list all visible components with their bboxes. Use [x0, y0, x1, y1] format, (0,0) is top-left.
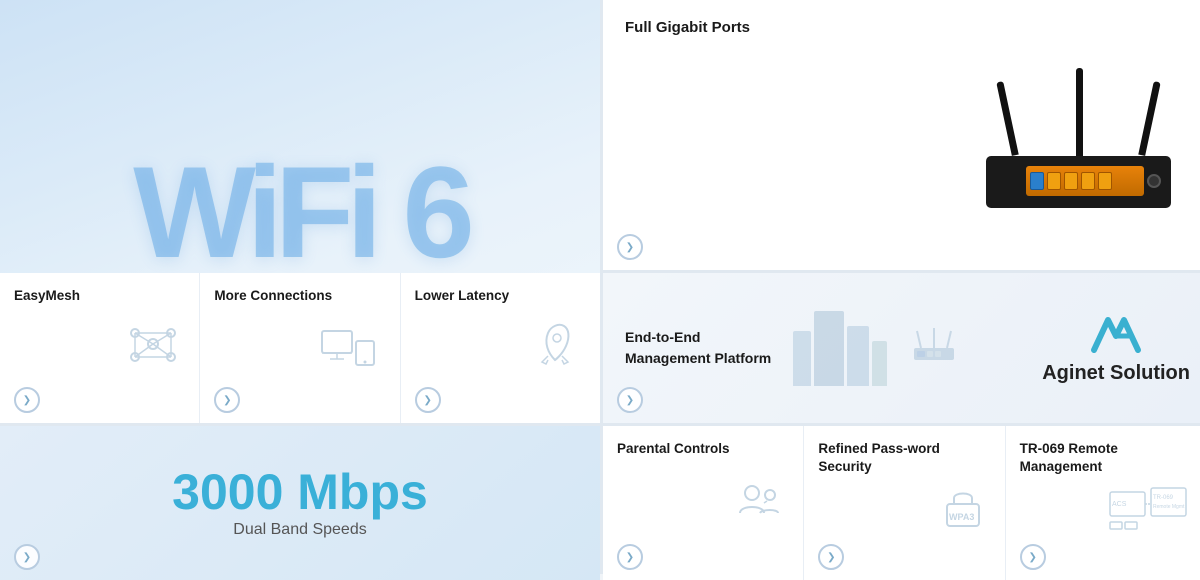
feature-latency: Lower Latency ❯	[401, 273, 600, 423]
wpa-icon-area: WPA3	[818, 482, 994, 534]
antenna-right	[1138, 81, 1160, 156]
easymesh-title: EasyMesh	[14, 287, 189, 305]
latency-title: Lower Latency	[415, 287, 590, 305]
parental-title: Parental Controls	[617, 440, 793, 458]
feature-password: Refined Pass-word Security WPA3 ❯	[804, 426, 1005, 580]
mgmt-chevron[interactable]: ❯	[617, 387, 643, 413]
bottom-features-card: Parental Controls ❯ Refined Pass-word Se…	[603, 426, 1200, 580]
parental-icon-area	[617, 475, 793, 523]
password-chevron[interactable]: ❯	[818, 544, 844, 570]
building-illustration	[793, 311, 887, 386]
easymesh-chevron[interactable]: ❯	[14, 387, 40, 413]
management-card: End-to-End Management Platform	[603, 273, 1200, 423]
mgmt-router-icon	[909, 323, 959, 373]
mgmt-text: End-to-End Management Platform	[625, 328, 771, 368]
port-1	[1047, 172, 1061, 190]
gigabit-card: Full Gigabit Ports	[603, 0, 1200, 270]
connections-title: More Connections	[214, 287, 389, 305]
router-illustration	[976, 58, 1186, 218]
port-4	[1098, 172, 1112, 190]
speed-chevron[interactable]: ❯	[14, 544, 40, 570]
port-wan	[1030, 172, 1044, 190]
router-body	[986, 156, 1171, 208]
remote-icon-area: ACS TR-069 Remote Mgmt	[1020, 484, 1196, 532]
power-btn	[1147, 174, 1161, 188]
feature-parental: Parental Controls ❯	[603, 426, 804, 580]
devices-icon-area	[214, 319, 389, 369]
page-grid: WiFi 6 ❯ Full Gigabit Ports	[0, 0, 1200, 574]
feature-easymesh: EasyMesh ❯	[0, 273, 200, 423]
antenna-left	[996, 81, 1018, 156]
gigabit-title: Full Gigabit Ports	[625, 18, 750, 38]
speed-value: 3000 Mbps	[172, 467, 428, 517]
mesh-icon-area	[14, 319, 189, 369]
connections-chevron[interactable]: ❯	[214, 387, 240, 413]
mgmt-title-line1: End-to-End	[625, 328, 771, 347]
gigabit-chevron[interactable]: ❯	[617, 234, 643, 260]
svg-text:TR-069: TR-069	[1153, 495, 1174, 501]
speed-label: Dual Band Speeds	[233, 521, 366, 539]
feature-connections: More Connections ❯	[200, 273, 400, 423]
rocket-icon-area	[415, 318, 590, 370]
tr069-chevron[interactable]: ❯	[1020, 544, 1046, 570]
wifi6-text: WiFi 6	[133, 137, 467, 287]
speed-card: 3000 Mbps Dual Band Speeds ❯	[0, 426, 600, 580]
svg-text:Remote Mgmt: Remote Mgmt	[1153, 504, 1185, 510]
antenna-center	[1076, 68, 1083, 156]
svg-text:WPA3: WPA3	[949, 512, 974, 522]
port-2	[1064, 172, 1078, 190]
tr069-title: TR-069 Remote Management	[1020, 440, 1196, 476]
gigabit-text-section: Full Gigabit Ports	[625, 18, 750, 258]
port-3	[1081, 172, 1095, 190]
password-title: Refined Pass-word Security	[818, 440, 994, 476]
port-area	[1026, 166, 1144, 196]
features-card: EasyMesh ❯	[0, 273, 600, 423]
feature-tr069: TR-069 Remote Management ACS TR-069 Remo…	[1006, 426, 1200, 580]
aginet-section: Aginet Solution	[1042, 312, 1190, 385]
svg-text:ACS: ACS	[1112, 501, 1127, 508]
parental-chevron[interactable]: ❯	[617, 544, 643, 570]
gigabit-image-section	[750, 18, 1186, 258]
aginet-label: Aginet Solution	[1042, 362, 1190, 385]
aginet-icon	[1086, 312, 1146, 358]
mgmt-title-line2: Management Platform	[625, 349, 771, 368]
latency-chevron[interactable]: ❯	[415, 387, 441, 413]
